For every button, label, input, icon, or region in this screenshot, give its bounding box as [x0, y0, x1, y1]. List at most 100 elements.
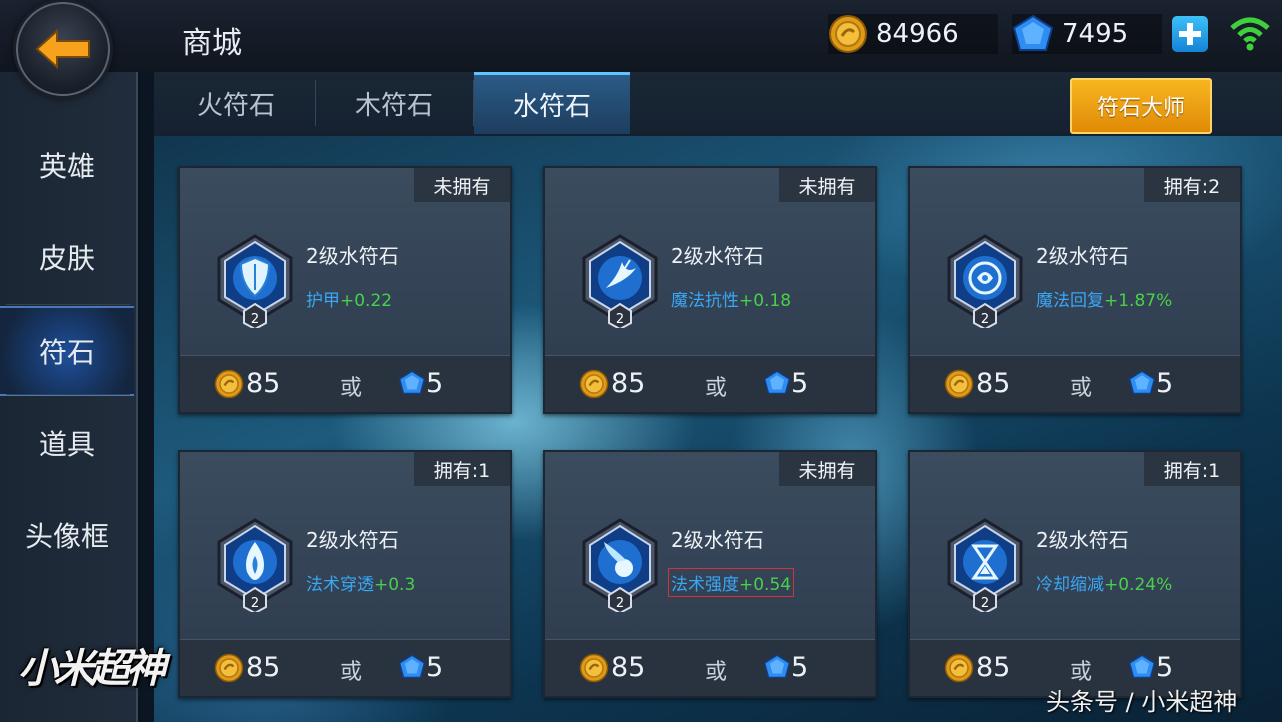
or-label: 或 [340, 376, 363, 401]
rune-flame-icon: 2 [217, 518, 293, 612]
gold-coin-icon [579, 653, 609, 683]
rune-level: 2 [251, 312, 259, 327]
gem-price: 5 [426, 652, 444, 683]
stat-label: 魔法抗性 [671, 291, 739, 311]
gold-price: 85 [611, 652, 646, 683]
price-bar[interactable]: 85 或 5 [180, 639, 510, 696]
ownership-badge: 未拥有 [414, 168, 510, 202]
diamond-icon [763, 370, 791, 395]
ownership-badge: 拥有:1 [414, 452, 510, 486]
game-logo: 小米超神 [18, 646, 166, 692]
gold-coin-icon [214, 653, 244, 683]
stat-value: +0.22 [340, 291, 393, 311]
diamond-icon [398, 654, 426, 679]
or-label: 或 [1070, 376, 1093, 401]
gold-coin-icon [214, 369, 244, 399]
rune-level: 2 [616, 312, 624, 327]
tab-water-runes[interactable]: 水符石 [474, 72, 630, 134]
or-label: 或 [705, 660, 728, 685]
plus-icon [1179, 23, 1201, 45]
sidebar-item-heroes[interactable]: 英雄 [0, 120, 134, 210]
sidebar: 英雄 皮肤 符石 道具 头像框 [0, 72, 138, 722]
rune-name: 2级水符石 [306, 528, 399, 552]
gem-price: 5 [791, 652, 809, 683]
stat-value: +0.18 [739, 291, 792, 311]
or-label: 或 [705, 376, 728, 401]
rune-card[interactable]: 拥有:1 2 2级水符石 法术穿透+0.3 85 或 5 [178, 450, 512, 698]
sidebar-divider [6, 394, 130, 395]
rune-stat: 法术穿透+0.3 [306, 570, 415, 595]
rune-name: 2级水符石 [1036, 244, 1129, 268]
gem-price: 5 [1156, 368, 1174, 399]
gem-price: 5 [426, 368, 444, 399]
rune-bird-icon: 2 [582, 234, 658, 328]
rune-name: 2级水符石 [671, 244, 764, 268]
rune-card[interactable]: 未拥有 2 2级水符石 魔法抗性+0.18 85 或 5 [543, 166, 877, 414]
watermark: 头条号 / 小米超神 [1046, 688, 1238, 716]
rune-card[interactable]: 未拥有 2 2级水符石 护甲+0.22 85 或 5 [178, 166, 512, 414]
tab-wood-runes[interactable]: 木符石 [316, 72, 472, 134]
rune-level: 2 [251, 596, 259, 611]
stat-value: +0.54 [739, 575, 792, 595]
rune-level: 2 [616, 596, 624, 611]
rune-comet-icon: 2 [582, 518, 658, 612]
sidebar-item-items[interactable]: 道具 [0, 398, 134, 488]
rune-swirl-icon: 2 [947, 234, 1023, 328]
stat-label: 法术穿透 [306, 575, 374, 595]
gold-coin-icon [579, 369, 609, 399]
gold-coin-icon [829, 15, 867, 53]
ownership-badge: 未拥有 [779, 452, 875, 486]
rune-stat: 护甲+0.22 [306, 286, 392, 311]
gem-price: 5 [791, 368, 809, 399]
sidebar-item-runes[interactable]: 符石 [0, 306, 134, 396]
gem-amount: 7495 [1062, 19, 1129, 49]
wifi-icon [1230, 17, 1270, 51]
price-bar[interactable]: 85 或 5 [545, 355, 875, 412]
ownership-badge: 拥有:2 [1144, 168, 1240, 202]
diamond-icon [763, 654, 791, 679]
rune-card[interactable]: 拥有:2 2 2级水符石 魔法回复+1.87% 85 或 5 [908, 166, 1242, 414]
stat-label: 法术强度 [671, 575, 739, 595]
diamond-icon [1128, 370, 1156, 395]
rune-name: 2级水符石 [671, 528, 764, 552]
back-button[interactable] [16, 2, 110, 96]
rune-level: 2 [981, 596, 989, 611]
ownership-badge: 拥有:1 [1144, 452, 1240, 486]
stat-value: +0.24% [1104, 575, 1173, 595]
rune-stat: 魔法抗性+0.18 [671, 286, 791, 311]
price-bar[interactable]: 85 或 5 [545, 639, 875, 696]
sidebar-item-skins[interactable]: 皮肤 [0, 212, 134, 302]
rune-level: 2 [981, 312, 989, 327]
diamond-icon [1128, 654, 1156, 679]
gold-coin-icon [944, 369, 974, 399]
stat-label: 冷却缩减 [1036, 575, 1104, 595]
rune-stat: 冷却缩减+0.24% [1036, 570, 1172, 595]
rune-stat: 法术强度+0.54 [668, 568, 795, 597]
stat-value: +1.87% [1104, 291, 1173, 311]
rune-stat: 魔法回复+1.87% [1036, 286, 1172, 311]
rune-card[interactable]: 未拥有 2 2级水符石 法术强度+0.54 85 或 5 [543, 450, 877, 698]
rune-master-button[interactable]: 符石大师 [1070, 78, 1212, 134]
gold-amount: 84966 [876, 19, 959, 49]
ownership-badge: 未拥有 [779, 168, 875, 202]
gold-price: 85 [976, 368, 1011, 399]
price-bar[interactable]: 85 或 5 [180, 355, 510, 412]
gold-price: 85 [246, 368, 281, 399]
stat-label: 魔法回复 [1036, 291, 1104, 311]
price-bar[interactable]: 85 或 5 [910, 355, 1240, 412]
gold-currency: 84966 [828, 14, 998, 54]
stat-label: 护甲 [306, 291, 340, 311]
stat-value: +0.3 [374, 575, 416, 595]
gem-currency: 7495 [1012, 14, 1162, 54]
diamond-icon [1012, 14, 1054, 51]
tab-fire-runes[interactable]: 火符石 [158, 72, 314, 134]
rune-card[interactable]: 拥有:1 2 2级水符石 冷却缩减+0.24% 85 或 5 [908, 450, 1242, 698]
gold-price: 85 [976, 652, 1011, 683]
sidebar-item-avatar-frames[interactable]: 头像框 [0, 490, 134, 580]
gold-price: 85 [246, 652, 281, 683]
gold-coin-icon [944, 653, 974, 683]
diamond-icon [398, 370, 426, 395]
add-gems-button[interactable] [1172, 16, 1208, 52]
rune-name: 2级水符石 [306, 244, 399, 268]
sidebar-divider [6, 304, 130, 305]
